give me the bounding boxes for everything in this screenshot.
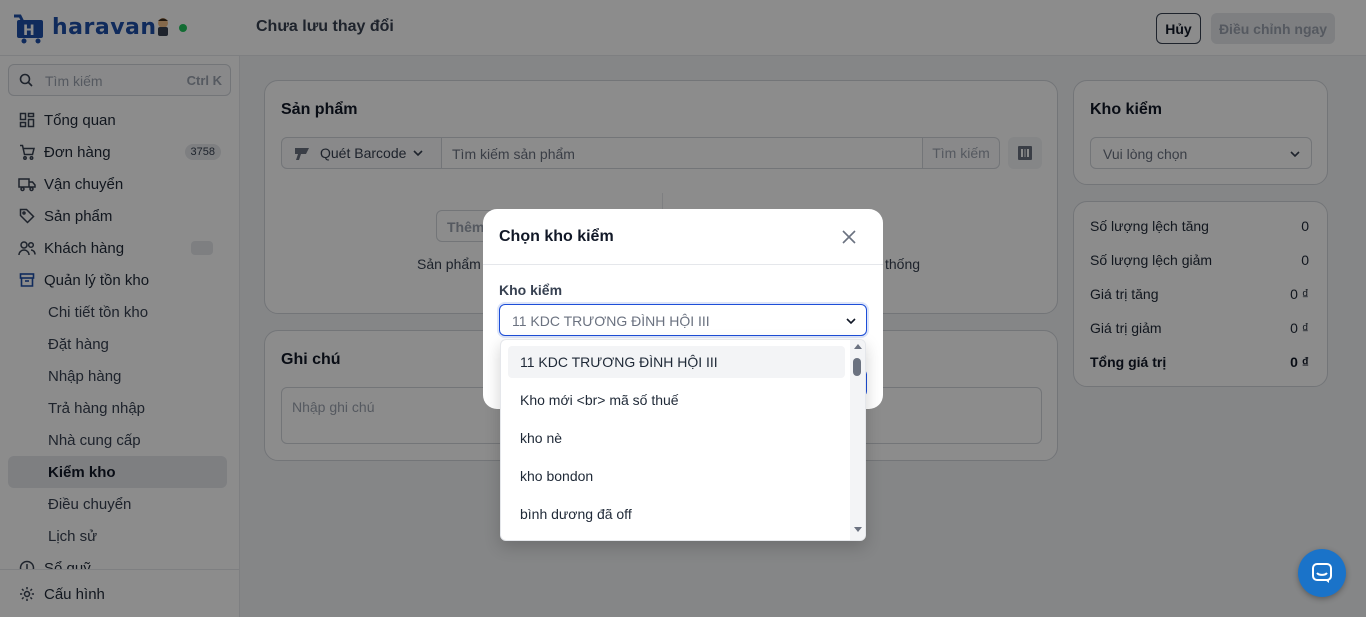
close-icon[interactable] [839,227,859,247]
warehouse-field-label: Kho kiểm [499,282,563,298]
modal-divider [483,264,883,265]
dropdown-option[interactable]: kho bondon [508,460,845,492]
chevron-down-icon [845,314,857,330]
dropdown-option[interactable]: 11 KDC TRƯƠNG ĐÌNH HỘI III [508,346,845,378]
scroll-up-icon[interactable] [854,344,862,349]
modal-warehouse-select[interactable]: 11 KDC TRƯƠNG ĐÌNH HỘI III [499,304,867,336]
dropdown-option[interactable]: Kho mới <br> mã số thuế [508,384,845,416]
scroll-down-icon[interactable] [854,527,862,532]
dropdown-option[interactable]: kho nè [508,422,845,454]
dropdown-option[interactable]: bình dương đã off [508,498,845,530]
dropdown-scrollbar[interactable] [850,340,865,540]
chat-support-button[interactable] [1298,549,1346,597]
modal-select-value: 11 KDC TRƯƠNG ĐÌNH HỘI III [512,313,710,329]
chat-icon [1311,562,1333,584]
warehouse-dropdown-list: 11 KDC TRƯƠNG ĐÌNH HỘI III Kho mới <br> … [500,339,866,541]
modal-title: Chọn kho kiểm [499,228,614,245]
scrollbar-thumb[interactable] [853,358,861,376]
